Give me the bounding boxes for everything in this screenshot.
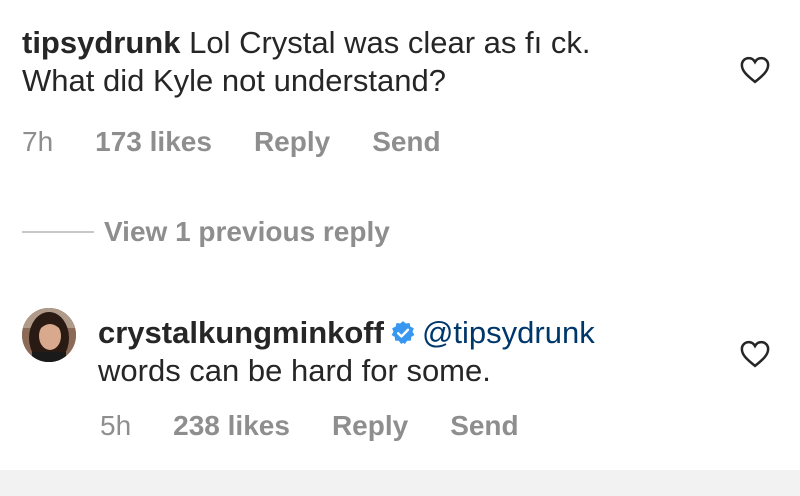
verified-badge-icon	[390, 320, 416, 346]
view-previous-replies[interactable]: View 1 previous reply	[22, 216, 390, 248]
reply-text: words can be hard for some.	[98, 353, 491, 388]
reply-button[interactable]: Reply	[332, 410, 408, 442]
reply-mention[interactable]: @tipsydrunk	[422, 315, 595, 350]
reply-username[interactable]: crystalkungminkoff	[98, 315, 384, 350]
comment-likes[interactable]: 173 likes	[95, 126, 212, 158]
comment-text-line2: What did Kyle not understand?	[22, 63, 446, 98]
reply-time[interactable]: 5h	[100, 410, 131, 442]
comment-username[interactable]: tipsydrunk	[22, 25, 180, 60]
heart-icon[interactable]	[740, 340, 770, 368]
heart-icon[interactable]	[740, 56, 770, 84]
send-button[interactable]: Send	[450, 410, 518, 442]
divider-line	[22, 231, 94, 233]
avatar[interactable]	[22, 308, 76, 362]
reply-likes[interactable]: 238 likes	[173, 410, 290, 442]
view-replies-label[interactable]: View 1 previous reply	[104, 216, 390, 248]
reply-body: crystalkungminkoff @tipsydrunk words can …	[98, 314, 595, 390]
reply-meta: 5h 238 likes Reply Send	[100, 410, 561, 442]
comment-body: tipsydrunk Lol Crystal was clear as fı c…	[22, 24, 591, 100]
comment-meta: 7h 173 likes Reply Send	[22, 126, 483, 158]
comment-text-line1: Lol Crystal was clear as fı ck.	[189, 25, 591, 60]
send-button[interactable]: Send	[372, 126, 440, 158]
comment-time[interactable]: 7h	[22, 126, 53, 158]
bottom-divider	[0, 470, 800, 496]
reply-button[interactable]: Reply	[254, 126, 330, 158]
